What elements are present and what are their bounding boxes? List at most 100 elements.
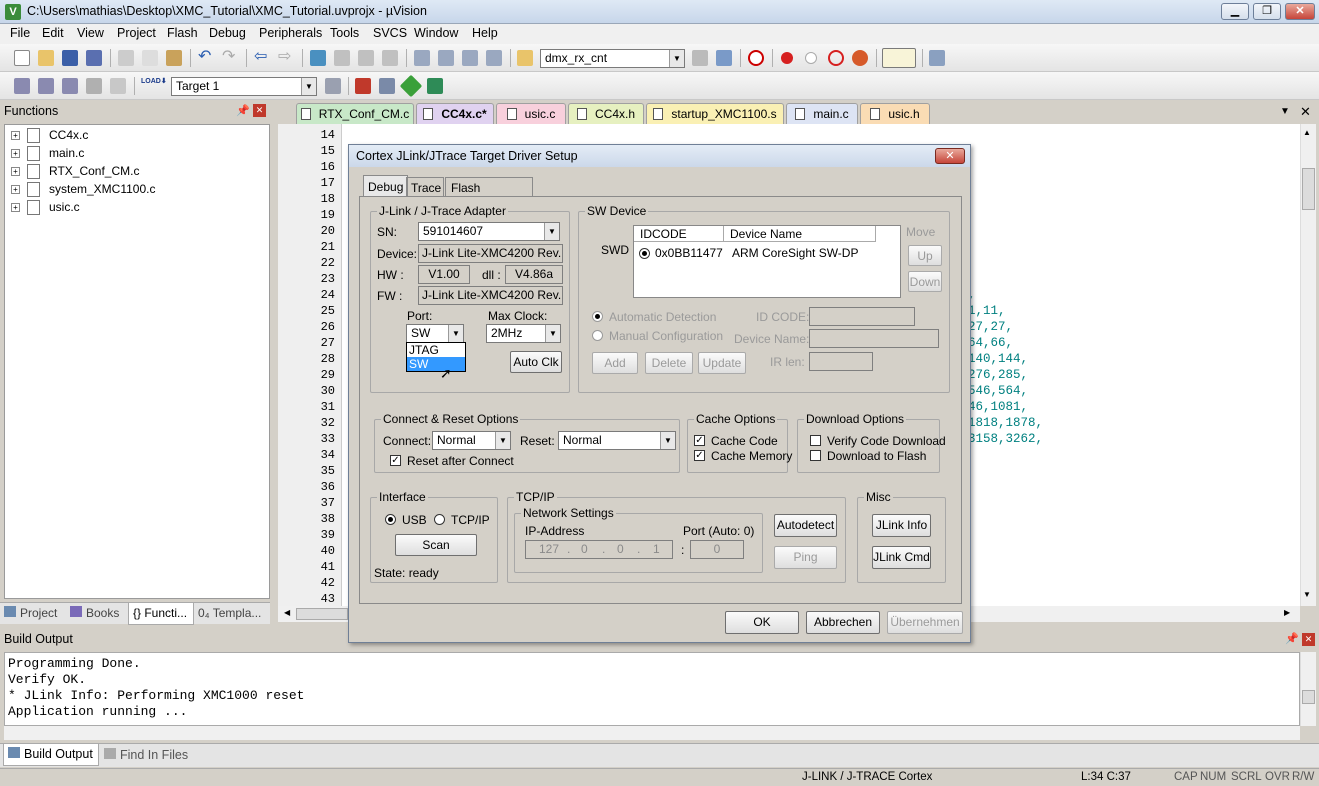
indent-icon[interactable]: [414, 50, 430, 66]
tab-main-c[interactable]: main.c: [786, 103, 858, 125]
menu-help[interactable]: Help: [472, 26, 498, 40]
restore-button[interactable]: ❐: [1253, 3, 1281, 20]
build-output-text[interactable]: Programming Done. Verify OK. * JLink Inf…: [4, 652, 1300, 726]
cache-code-checkbox[interactable]: ✓: [694, 435, 705, 446]
find-icon[interactable]: [716, 50, 732, 66]
cut-icon[interactable]: [118, 50, 134, 66]
open-folder-icon[interactable]: [38, 50, 54, 66]
menu-project[interactable]: Project: [117, 26, 156, 40]
minimize-button[interactable]: ▁: [1221, 3, 1249, 20]
editor-vertical-scrollbar[interactable]: ▲ ▼: [1300, 124, 1316, 606]
pack-installer-icon[interactable]: [427, 78, 443, 94]
ir-len-field[interactable]: [809, 352, 873, 371]
auto-detect-radio[interactable]: [592, 311, 603, 322]
load-flash-icon[interactable]: LOAD⬇: [141, 78, 167, 94]
tab-cc4x-c[interactable]: CC4x.c*: [416, 103, 494, 125]
manage-project-icon[interactable]: [355, 78, 371, 94]
disable-breakpoints-icon[interactable]: [828, 50, 844, 66]
maxclock-combo[interactable]: 2MHz ▼: [486, 324, 561, 343]
next-bookmark-icon[interactable]: [358, 50, 374, 66]
connect-combo[interactable]: Normal ▼: [432, 431, 511, 450]
output-vertical-scrollbar[interactable]: [1300, 652, 1316, 726]
save-all-icon[interactable]: [86, 50, 102, 66]
menu-edit[interactable]: Edit: [42, 26, 64, 40]
bookmark-icon[interactable]: [310, 50, 326, 66]
tab-rtx-conf[interactable]: RTX_Conf_CM.c: [296, 103, 414, 125]
insert-breakpoint-icon[interactable]: [781, 52, 793, 64]
ping-button[interactable]: Ping: [774, 546, 837, 569]
scroll-thumb[interactable]: [1302, 690, 1315, 704]
start-debug-icon[interactable]: [748, 50, 764, 66]
redo-icon[interactable]: ↷: [222, 49, 238, 66]
device-name-field[interactable]: [809, 329, 939, 348]
verify-download-checkbox[interactable]: [810, 435, 821, 446]
find-in-files-icon[interactable]: [517, 50, 533, 66]
tab-usic-c[interactable]: usic.c: [496, 103, 566, 125]
scroll-down-icon[interactable]: ▼: [1303, 590, 1311, 599]
clear-bookmarks-icon[interactable]: [382, 50, 398, 66]
delete-button[interactable]: Delete: [645, 352, 693, 374]
find-combo[interactable]: dmx_rx_cnt ▼: [540, 49, 685, 68]
jlink-info-button[interactable]: JLink Info: [872, 514, 931, 537]
scroll-right-icon[interactable]: ▶: [1284, 608, 1290, 617]
target-options-icon[interactable]: [325, 78, 341, 94]
chevron-down-icon[interactable]: ▼: [301, 78, 316, 95]
tab-usic-h[interactable]: usic.h: [860, 103, 930, 125]
pin-icon[interactable]: 📌: [236, 104, 250, 117]
save-icon[interactable]: [62, 50, 78, 66]
move-up-button[interactable]: Up: [908, 245, 942, 266]
build-icon[interactable]: [38, 78, 54, 94]
cancel-button[interactable]: Abbrechen: [806, 611, 880, 634]
comment-icon[interactable]: [462, 50, 478, 66]
rebuild-icon[interactable]: [62, 78, 78, 94]
apply-button[interactable]: Übernehmen: [887, 611, 963, 634]
menu-flash[interactable]: Flash: [167, 26, 198, 40]
close-tab-icon[interactable]: ✕: [1300, 104, 1311, 120]
tab-functions[interactable]: {} Functi...: [128, 603, 194, 625]
tab-list-dropdown-icon[interactable]: ▼: [1280, 106, 1290, 117]
incremental-find-icon[interactable]: [692, 50, 708, 66]
tab-cc4x-h[interactable]: CC4x.h: [568, 103, 644, 125]
window-layout-dropdown[interactable]: [882, 48, 916, 68]
port-field[interactable]: 0: [690, 540, 744, 559]
paste-icon[interactable]: [166, 50, 182, 66]
add-button[interactable]: Add: [592, 352, 638, 374]
tab-find-in-files[interactable]: Find In Files: [104, 748, 188, 762]
usb-radio[interactable]: [385, 514, 396, 525]
new-file-icon[interactable]: [14, 50, 30, 66]
chevron-down-icon[interactable]: ▼: [660, 432, 675, 449]
col-device-name[interactable]: Device Name: [724, 226, 876, 242]
cache-memory-checkbox[interactable]: ✓: [694, 450, 705, 461]
menu-debug[interactable]: Debug: [209, 26, 246, 40]
nav-forward-icon[interactable]: ⇨: [278, 49, 294, 66]
target-combo[interactable]: Target 1 ▼: [171, 77, 317, 96]
scroll-thumb[interactable]: [1302, 168, 1315, 210]
close-panel-icon[interactable]: ✕: [1302, 633, 1315, 646]
dialog-close-button[interactable]: ✕: [935, 148, 965, 164]
update-button[interactable]: Update: [698, 352, 746, 374]
chevron-down-icon[interactable]: ▼: [545, 325, 560, 342]
move-down-button[interactable]: Down: [908, 271, 942, 292]
undo-icon[interactable]: ↶: [198, 49, 214, 66]
col-idcode[interactable]: IDCODE: [634, 226, 724, 242]
device-table[interactable]: IDCODE Device Name 0x0BB11477 ARM CoreSi…: [633, 225, 901, 298]
translate-icon[interactable]: [14, 78, 30, 94]
kill-breakpoints-icon[interactable]: [852, 50, 868, 66]
tab-startup[interactable]: startup_XMC1100.s: [646, 103, 784, 125]
auto-clk-button[interactable]: Auto Clk: [510, 351, 562, 373]
scroll-thumb[interactable]: [296, 608, 348, 620]
tab-flash-download[interactable]: Flash Download: [445, 177, 533, 209]
select-packs-icon[interactable]: [399, 74, 423, 98]
expand-icon[interactable]: +: [11, 203, 20, 212]
chevron-down-icon[interactable]: ▼: [544, 223, 559, 240]
sn-combo[interactable]: 591014607 ▼: [418, 222, 560, 241]
unindent-icon[interactable]: [438, 50, 454, 66]
ip-address-field[interactable]: 127 . 0 . 0 . 1: [525, 540, 673, 559]
configure-wrench-icon[interactable]: [929, 50, 945, 66]
close-window-button[interactable]: ✕: [1285, 3, 1315, 20]
id-code-field[interactable]: [809, 307, 915, 326]
scroll-up-icon[interactable]: ▲: [1303, 128, 1311, 137]
menu-svcs[interactable]: SVCS: [373, 26, 407, 40]
uncomment-icon[interactable]: [486, 50, 502, 66]
expand-icon[interactable]: +: [11, 149, 20, 158]
